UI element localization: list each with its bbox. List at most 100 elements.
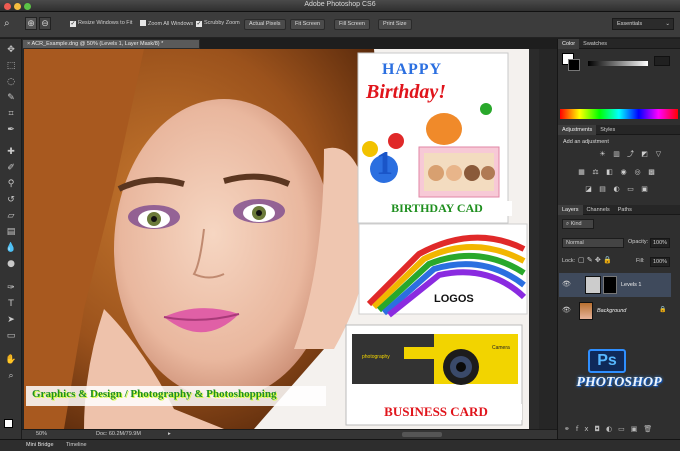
blend-mode-select[interactable]: Normal — [562, 238, 624, 248]
opacity-label: Opacity: — [628, 239, 649, 245]
birthday-card-label: BIRTHDAY CAD — [362, 201, 512, 216]
hue-saturation-icon[interactable]: ▦ — [577, 168, 586, 176]
actual-pixels-button[interactable]: Actual Pixels — [244, 19, 286, 30]
lasso-tool-icon[interactable]: ◌ — [5, 77, 17, 88]
brush-tool-icon[interactable]: ✐ — [5, 163, 17, 174]
color-background-swatch[interactable] — [568, 59, 580, 71]
photoshop-logo-text: PHOTOSHOP — [576, 375, 662, 390]
eyedropper-tool-icon[interactable]: ✒ — [5, 125, 17, 136]
posterize-icon[interactable]: ▤ — [598, 185, 607, 193]
zoom-all-windows-checkbox[interactable]: Zoom All Windows — [140, 20, 193, 27]
tab-layers[interactable]: Layers — [558, 205, 583, 215]
workspace-select[interactable]: Essentials ⌄ — [612, 18, 674, 30]
logos-label: LOGOS — [434, 293, 474, 305]
dodge-tool-icon[interactable]: ● — [5, 259, 17, 270]
foreground-color-swatch[interactable] — [4, 419, 13, 428]
clone-stamp-tool-icon[interactable]: ⚲ — [5, 179, 17, 190]
crop-tool-icon[interactable]: ⌗ — [5, 109, 17, 120]
birthday-top-text: HAPPY — [382, 61, 443, 78]
curves-icon[interactable]: ⤴ — [626, 150, 635, 158]
layer-filter-select[interactable]: ⌕ Kind — [562, 219, 594, 229]
zoom-in-icon[interactable]: ⊕ — [25, 17, 37, 30]
selective-color-icon[interactable]: ▣ — [640, 185, 649, 193]
tab-color[interactable]: Color — [558, 39, 580, 49]
eye-icon[interactable]: 👁 — [562, 306, 571, 314]
status-arrow-icon[interactable]: ▸ — [168, 430, 171, 439]
channel-mixer-icon[interactable]: ◎ — [633, 168, 642, 176]
layers-footer-icons[interactable]: ⚭fx◘◐▭▣🗑 — [564, 425, 658, 433]
document-size: Doc: 60.2M/79.9M — [96, 431, 141, 437]
quick-select-tool-icon[interactable]: ✎ — [5, 93, 17, 104]
tab-paths[interactable]: Paths — [614, 205, 636, 215]
ps-badge-icon: Ps — [588, 349, 626, 373]
color-spectrum[interactable] — [560, 109, 678, 119]
layer-row-background[interactable]: 👁 Background 🔒 — [559, 299, 671, 323]
tab-adjustments[interactable]: Adjustments — [558, 125, 597, 135]
lock-label: Lock: — [562, 258, 576, 264]
zoom-out-icon[interactable]: ⊖ — [39, 17, 51, 30]
lock-icons[interactable]: ▢ ✎ ✥ 🔒 — [578, 256, 612, 264]
type-tool-icon[interactable]: T — [5, 299, 17, 310]
adjustments-panel-header: Adjustments Styles — [558, 125, 680, 135]
document-tab[interactable]: × ACR_Example.dng @ 50% (Levels 1, Layer… — [22, 39, 200, 49]
path-selection-tool-icon[interactable]: ➤ — [5, 315, 17, 326]
eye-icon[interactable]: 👁 — [562, 280, 571, 288]
resize-windows-checkbox[interactable]: ✓ Resize Windows to Fit — [70, 20, 132, 27]
checkbox-icon — [140, 20, 146, 26]
exposure-icon[interactable]: ◩ — [640, 150, 649, 158]
shape-tool-icon[interactable]: ▭ — [5, 331, 17, 342]
zoom-tool-icon[interactable]: ⌕ — [5, 371, 17, 382]
color-value-field[interactable] — [654, 56, 670, 66]
opacity-field[interactable]: 100% — [650, 238, 670, 248]
photo-filter-icon[interactable]: ◉ — [619, 168, 628, 176]
gradient-map-icon[interactable]: ▭ — [626, 185, 635, 193]
fit-screen-button[interactable]: Fit Screen — [290, 19, 326, 30]
tagline-text: Graphics & Design / Photography & Photos… — [32, 388, 277, 400]
history-brush-tool-icon[interactable]: ↺ — [5, 195, 17, 206]
levels-icon[interactable]: ▥ — [612, 150, 621, 158]
layer-name: Background — [597, 308, 627, 314]
layer-name: Levels 1 — [621, 282, 642, 288]
healing-brush-tool-icon[interactable]: ✚ — [5, 147, 17, 158]
mini-bridge-tab[interactable]: Mini Bridge — [26, 440, 54, 451]
bottom-panel-bar: Mini Bridge Timeline — [0, 439, 680, 451]
print-size-button[interactable]: Print Size — [378, 19, 412, 30]
tab-styles[interactable]: Styles — [596, 125, 619, 135]
tab-swatches[interactable]: Swatches — [579, 39, 611, 49]
threshold-icon[interactable]: ◐ — [612, 185, 621, 193]
document-canvas[interactable]: HAPPY Birthday! 1 BIRTHDAY CAD LOGOS pho… — [24, 49, 529, 429]
black-white-icon[interactable]: ◧ — [605, 168, 614, 176]
business-card-label: BUSINESS CARD — [350, 404, 522, 420]
zoom-level[interactable]: 50% — [36, 430, 47, 439]
pen-tool-icon[interactable]: ✑ — [5, 283, 17, 294]
artwork-image — [24, 49, 529, 429]
layers-panel-header: Layers Channels Paths — [558, 205, 680, 215]
timeline-tab[interactable]: Timeline — [66, 440, 87, 451]
brightness-icon[interactable]: ☀ — [598, 150, 607, 158]
color-slider[interactable] — [588, 61, 648, 66]
zoom-tool-icon[interactable]: ⌕ — [4, 18, 10, 29]
check-icon: ✓ — [196, 21, 202, 27]
eraser-tool-icon[interactable]: ▱ — [5, 211, 17, 222]
color-lookup-icon[interactable]: ▩ — [647, 168, 656, 176]
tab-channels[interactable]: Channels — [583, 205, 614, 215]
layer-row-levels[interactable]: 👁 Levels 1 — [559, 273, 671, 297]
scrubby-zoom-checkbox[interactable]: ✓ Scrubby Zoom — [196, 20, 240, 27]
adjustment-layer-thumbnail — [585, 276, 601, 294]
color-balance-icon[interactable]: ⚖ — [591, 168, 600, 176]
vertical-scrollbar[interactable] — [529, 49, 539, 429]
hand-tool-icon[interactable]: ✋ — [5, 355, 17, 366]
move-tool-icon[interactable]: ✥ — [5, 45, 17, 56]
fill-screen-button[interactable]: Fill Screen — [334, 19, 370, 30]
vibrance-icon[interactable]: ▽ — [654, 150, 663, 158]
blur-tool-icon[interactable]: 💧 — [5, 243, 17, 254]
fill-field[interactable]: 100% — [650, 257, 670, 267]
marquee-tool-icon[interactable]: ⬚ — [5, 61, 17, 72]
gradient-tool-icon[interactable]: ▤ — [5, 227, 17, 238]
horizontal-scrollbar[interactable] — [402, 432, 442, 437]
layer-mask-thumbnail — [603, 276, 617, 294]
invert-icon[interactable]: ◪ — [584, 185, 593, 193]
color-panel-header: Color Swatches — [558, 39, 680, 49]
lock-icon: 🔒 — [659, 306, 667, 313]
fill-label: Fill: — [636, 258, 645, 264]
